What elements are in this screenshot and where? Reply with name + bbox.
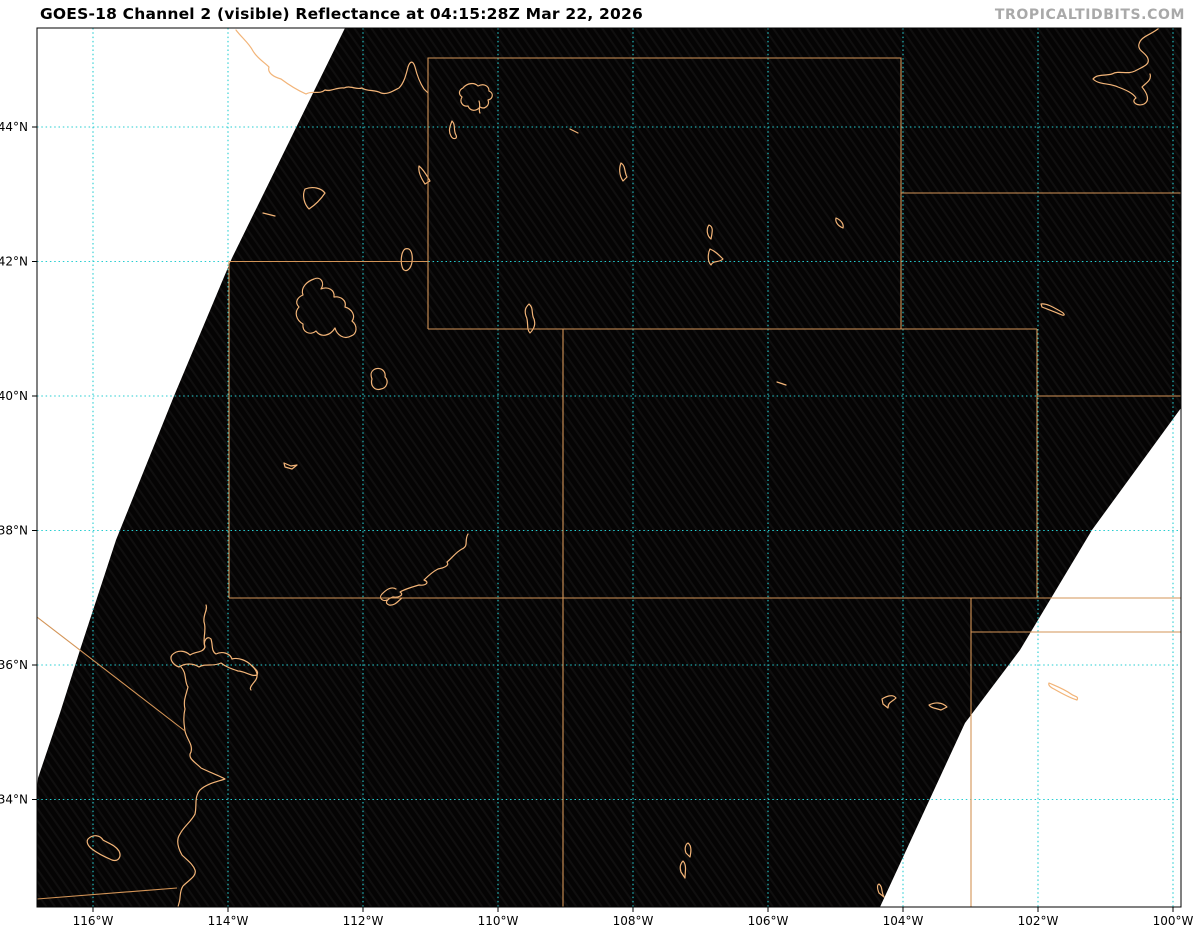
x-tick-label: 100°W: [1153, 914, 1194, 928]
y-tick-label: 42°N: [0, 255, 28, 269]
x-tick-label: 102°W: [1018, 914, 1059, 928]
x-tick-label: 114°W: [208, 914, 249, 928]
x-tick-label: 116°W: [73, 914, 114, 928]
satellite-map-canvas: 116°W 114°W 112°W 110°W 108°W 106°W 104°W 102°W…: [0, 27, 1194, 928]
satellite-image-page: { "header": { "title": "GOES-18 Channel …: [0, 0, 1200, 929]
x-tick-label: 110°W: [478, 914, 519, 928]
y-tick-label: 40°N: [0, 389, 28, 403]
y-tick-label: 44°N: [0, 120, 28, 134]
x-tick-label: 112°W: [343, 914, 384, 928]
y-tick-label: 36°N: [0, 658, 28, 672]
y-tick-label: 38°N: [0, 524, 28, 538]
x-tick-label: 104°W: [883, 914, 924, 928]
x-tick-label: 108°W: [613, 914, 654, 928]
y-tick-label: 34°N: [0, 793, 28, 807]
x-tick-label: 106°W: [748, 914, 789, 928]
